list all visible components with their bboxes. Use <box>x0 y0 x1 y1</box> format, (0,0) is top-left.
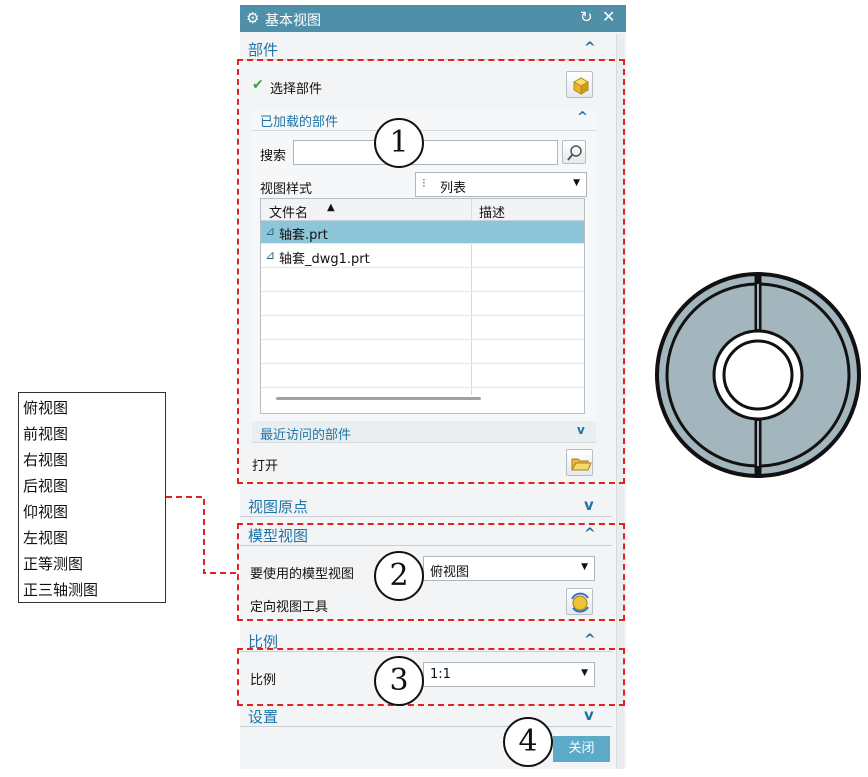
section-part-header[interactable]: 部件 ^ <box>240 38 612 60</box>
annotation-box-scale <box>237 648 625 706</box>
gear-icon[interactable]: ⚙ <box>246 9 259 27</box>
close-icon[interactable]: ✕ <box>602 7 615 26</box>
callout-3: 3 <box>374 656 424 706</box>
view-options-legend: 俯视图 前视图 右视图 后视图 仰视图 左视图 正等测图 正三轴测图 <box>18 392 166 603</box>
chevron-up-icon[interactable]: ^ <box>584 40 596 56</box>
close-button[interactable]: 关闭 <box>553 736 610 762</box>
view-option: 仰视图 <box>23 503 69 521</box>
part-preview-bushing <box>655 272 861 478</box>
section-view-origin-title: 视图原点 <box>248 498 309 516</box>
section-settings-header[interactable]: 设置 v <box>240 705 612 727</box>
view-option: 俯视图 <box>23 399 69 417</box>
callout-2: 2 <box>374 551 424 601</box>
callout-1: 1 <box>374 118 424 168</box>
reset-icon[interactable]: ↻ <box>580 8 593 26</box>
chevron-down-icon[interactable]: v <box>584 706 594 724</box>
section-part-title: 部件 <box>248 41 279 59</box>
annotation-box-part <box>237 59 625 484</box>
section-settings-title: 设置 <box>248 708 279 726</box>
view-option: 左视图 <box>23 529 69 547</box>
view-option: 正三轴测图 <box>23 581 99 599</box>
callout-4: 4 <box>503 717 553 767</box>
dialog-title: 基本视图 <box>265 13 321 29</box>
chevron-up-icon[interactable]: ^ <box>584 632 596 648</box>
chevron-down-icon[interactable]: v <box>584 496 594 514</box>
annotation-box-model-view <box>237 523 625 621</box>
view-option: 正等测图 <box>23 555 84 573</box>
view-option: 前视图 <box>23 425 69 443</box>
section-view-origin-header[interactable]: 视图原点 v <box>240 495 612 517</box>
dialog-title-bar: ⚙ 基本视图 ↻ ✕ <box>240 5 626 32</box>
view-option: 后视图 <box>23 477 69 495</box>
legend-connector <box>166 496 238 574</box>
view-option: 右视图 <box>23 451 69 469</box>
